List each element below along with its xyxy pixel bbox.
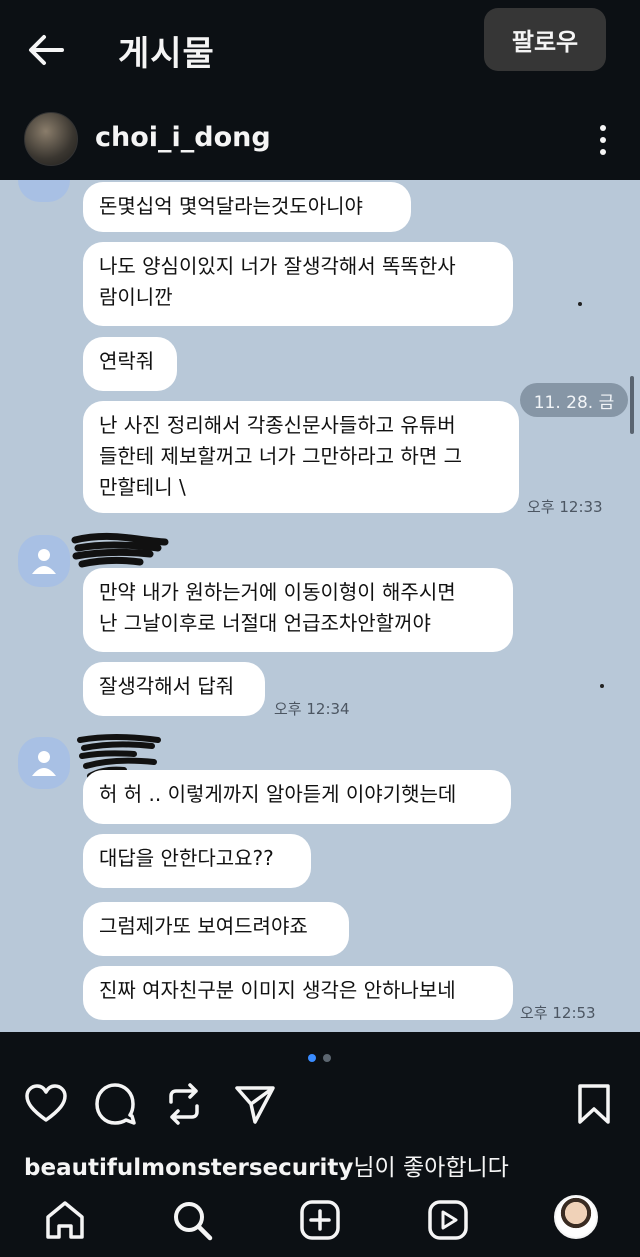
chat-scrollbar [630,376,634,434]
send-icon[interactable] [233,1082,277,1126]
profile-avatar[interactable] [554,1195,598,1239]
likes-suffix: 님이 좋아합니다 [353,1155,509,1181]
carousel-dot-active [308,1054,316,1062]
bottom-nav [0,1180,640,1257]
chat-bubble: 돈몇십억 몇억달라는것도아니야 [83,182,411,232]
sender-avatar [18,737,70,789]
follow-button[interactable]: 팔로우 [484,8,606,71]
reels-icon[interactable] [426,1198,470,1242]
likes-line: beautifulmonstersecurity님이 좋아합니다 [24,1148,509,1182]
message-time: 오후 12:53 [520,1004,596,1022]
search-icon[interactable] [170,1198,214,1242]
speck [578,302,582,306]
person-icon [32,751,56,776]
chat-bubble: 허 허 .. 이렇게까지 알아듣게 이야기햇는데 [83,770,511,824]
author-username[interactable]: choi_i_dong [95,122,271,153]
chat-bubble: 진짜 여자친구분 이미지 생각은 안하나보네 [83,966,513,1020]
message-time: 오후 12:33 [527,498,603,516]
chat-bubble: 잘생각해서 답줘 [83,662,265,716]
plus-square-icon[interactable] [298,1198,342,1242]
repost-icon[interactable] [162,1082,206,1126]
post-image[interactable]: 돈몇십억 몇억달라는것도아니야 나도 양심이있지 너가 잘생각해서 똑똑한사 람… [0,180,640,1032]
back-arrow-icon[interactable] [22,26,70,74]
chat-bubble: 나도 양심이있지 너가 잘생각해서 똑똑한사 람이니깐 [83,242,513,326]
top-bar: 게시물 팔로우 [0,0,640,100]
bookmark-icon[interactable] [572,1082,616,1126]
chat-bubble: 난 사진 정리해서 각종신문사들하고 유튜버 들한테 제보할꺼고 너가 그만하라… [83,401,519,513]
comment-icon[interactable] [93,1082,137,1126]
redacted-name [71,532,169,568]
post-author-bar: choi_i_dong [0,108,640,172]
sender-avatar [18,180,70,202]
chat-bubble: 그럼제가또 보여드려야죠 [83,902,349,956]
page-title: 게시물 [118,34,215,74]
home-icon[interactable] [43,1198,87,1242]
sender-avatar [18,535,70,587]
carousel-dot [323,1054,331,1062]
chat-bubble: 대답을 안한다고요?? [83,834,311,888]
chat-bubble: 만약 내가 원하는거에 이동이형이 해주시면 난 그날이후로 너절대 언급조차안… [83,568,513,652]
author-avatar[interactable] [24,112,78,166]
heart-icon[interactable] [24,1082,68,1126]
more-vertical-icon[interactable] [588,120,618,160]
liker-username[interactable]: beautifulmonstersecurity [24,1155,353,1181]
speck [600,684,604,688]
date-pill: 11. 28. 금 [520,383,628,417]
person-icon [32,549,56,574]
chat-bubble: 연락줘 [83,337,177,391]
message-time: 오후 12:34 [274,700,350,718]
